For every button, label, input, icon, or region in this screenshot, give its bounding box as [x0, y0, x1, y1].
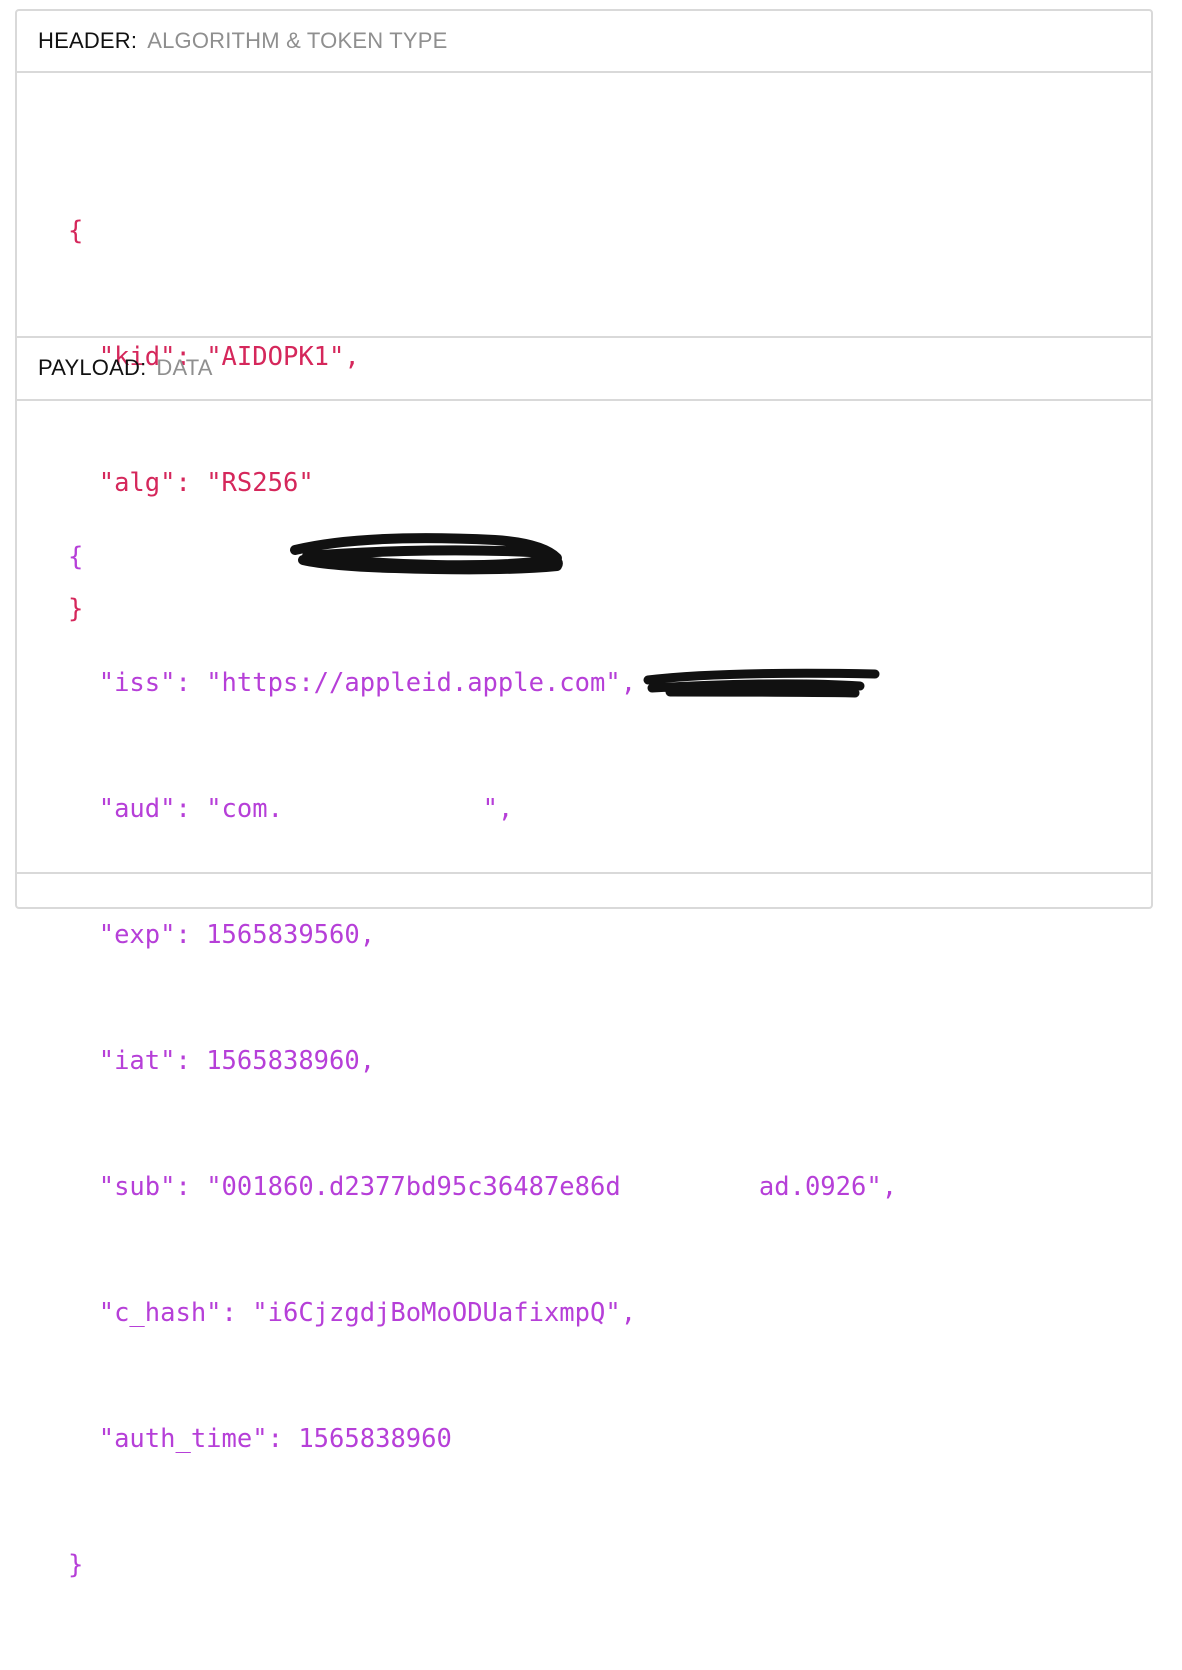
json-key: "iss" — [98, 668, 176, 698]
json-key: "exp" — [98, 920, 176, 950]
section-divider-bottom — [17, 872, 1151, 874]
json-key: "iat" — [98, 1046, 176, 1076]
json-line: "aud": "com. ", — [98, 794, 514, 824]
json-key: "c_hash" — [98, 1298, 222, 1328]
json-line: "c_hash": "i6CjzgdjBoMoODUafixmpQ", — [98, 1298, 637, 1328]
json-key: "auth_time" — [98, 1424, 268, 1454]
json-line: "iss": "https://appleid.apple.com", — [98, 668, 637, 698]
json-key: "sub" — [98, 1172, 176, 1202]
json-value: "com. — [206, 794, 283, 824]
payload-divider — [17, 399, 1151, 401]
json-line: "auth_time": 1565838960 — [98, 1424, 452, 1454]
json-line: { — [68, 216, 84, 246]
json-value: 1565838960 — [206, 1046, 360, 1076]
json-value: "i6CjzgdjBoMoODUafixmpQ" — [252, 1298, 621, 1328]
json-line: } — [68, 1550, 84, 1580]
payload-sublabel: DATA — [156, 355, 213, 380]
payload-json-editor[interactable]: { "iss": "https://appleid.apple.com", "a… — [68, 452, 897, 1670]
jwt-decoded-panel: HEADER: ALGORITHM & TOKEN TYPE { "kid": … — [15, 9, 1153, 1580]
json-line: { — [68, 542, 84, 572]
json-key: "aud" — [98, 794, 176, 824]
json-line: "exp": 1565839560, — [98, 920, 376, 950]
payload-label: PAYLOAD: — [38, 355, 147, 380]
header-divider — [17, 71, 1151, 73]
json-line: "sub": "001860.d2377bd95c36487e86d ad.09… — [98, 1172, 898, 1202]
header-section-title: HEADER: ALGORITHM & TOKEN TYPE — [17, 11, 1151, 71]
payload-section-title: PAYLOAD: DATA — [17, 338, 1151, 398]
header-sublabel: ALGORITHM & TOKEN TYPE — [147, 28, 448, 53]
json-line: "iat": 1565838960, — [98, 1046, 376, 1076]
json-value: 1565839560 — [206, 920, 360, 950]
header-label: HEADER: — [38, 28, 138, 53]
json-value: "https://appleid.apple.com" — [206, 668, 621, 698]
json-value: 1565838960 — [298, 1424, 452, 1454]
json-value: "001860.d2377bd95c36487e86d — [206, 1172, 621, 1202]
